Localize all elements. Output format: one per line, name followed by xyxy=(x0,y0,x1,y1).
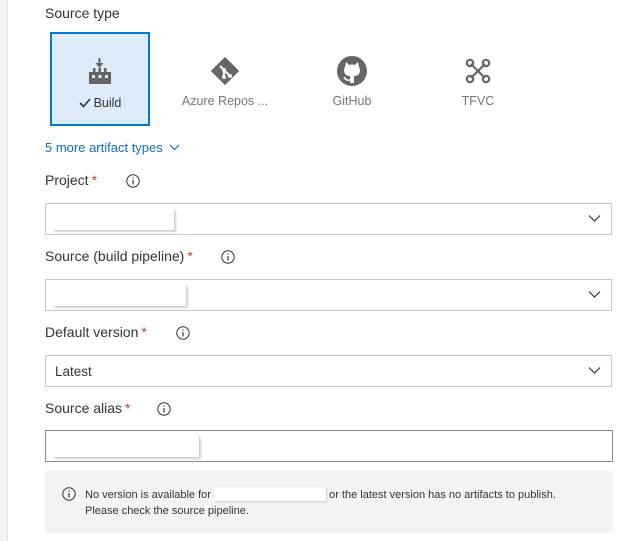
chevron-down-icon xyxy=(169,144,180,151)
default-version-label-text: Default version xyxy=(45,324,139,340)
required-marker: * xyxy=(141,324,147,340)
info-message-text: No version is available for or the lates… xyxy=(85,487,595,519)
info-message-bar: No version is available for or the lates… xyxy=(45,470,613,533)
git-icon xyxy=(210,56,240,86)
message-line2: Please check the source pipeline. xyxy=(85,505,249,517)
message-text-after: or the latest version has no artifacts t… xyxy=(329,489,556,501)
tile-azure-repos[interactable]: Azure Repos ... xyxy=(175,32,275,126)
info-icon[interactable] xyxy=(157,402,171,416)
default-version-value: Latest xyxy=(55,364,92,379)
github-icon xyxy=(337,56,367,86)
info-icon[interactable] xyxy=(176,326,190,340)
source-pipeline-dropdown[interactable] xyxy=(45,279,612,311)
info-icon[interactable] xyxy=(126,174,140,188)
chevron-down-icon xyxy=(588,367,601,374)
more-artifact-types-link[interactable]: 5 more artifact types xyxy=(45,140,180,155)
build-icon xyxy=(89,58,111,84)
redacted-value xyxy=(214,487,327,501)
message-text-before: No version is available for xyxy=(85,489,211,501)
required-marker: * xyxy=(187,248,193,264)
default-version-label: Default version * xyxy=(45,324,147,340)
source-pipeline-label: Source (build pipeline) * xyxy=(45,248,193,264)
tile-github[interactable]: GitHub xyxy=(302,32,402,126)
tile-azure-repos-label: Azure Repos ... xyxy=(181,94,269,108)
info-icon xyxy=(62,487,76,501)
redacted-value xyxy=(54,286,187,307)
redacted-value xyxy=(54,210,175,231)
more-artifact-types-text: 5 more artifact types xyxy=(45,140,163,155)
required-marker: * xyxy=(125,400,131,416)
info-icon[interactable] xyxy=(221,250,235,264)
source-type-label: Source type xyxy=(45,5,120,21)
chevron-down-icon xyxy=(588,291,601,298)
source-alias-input[interactable] xyxy=(45,430,613,462)
check-icon xyxy=(79,98,91,108)
tile-build-text: Build xyxy=(93,96,122,110)
project-dropdown[interactable] xyxy=(45,203,612,235)
required-marker: * xyxy=(91,172,98,188)
project-label-text: Project xyxy=(45,172,89,188)
source-pipeline-label-text: Source (build pipeline) xyxy=(45,248,185,264)
tile-tfvc-label: TFVC xyxy=(461,94,495,108)
tile-build[interactable]: Build xyxy=(50,32,150,126)
tile-github-label: GitHub xyxy=(332,94,372,108)
redacted-value xyxy=(54,437,200,458)
source-alias-label: Source alias * xyxy=(45,400,131,416)
left-rail xyxy=(0,0,8,541)
project-label: Project * xyxy=(45,172,97,188)
tile-tfvc[interactable]: TFVC xyxy=(428,32,528,126)
chevron-down-icon xyxy=(588,215,601,222)
tile-build-label: Build xyxy=(52,96,148,110)
default-version-dropdown[interactable]: Latest xyxy=(45,355,612,387)
source-alias-label-text: Source alias xyxy=(45,400,123,416)
tfvc-icon xyxy=(465,58,491,84)
